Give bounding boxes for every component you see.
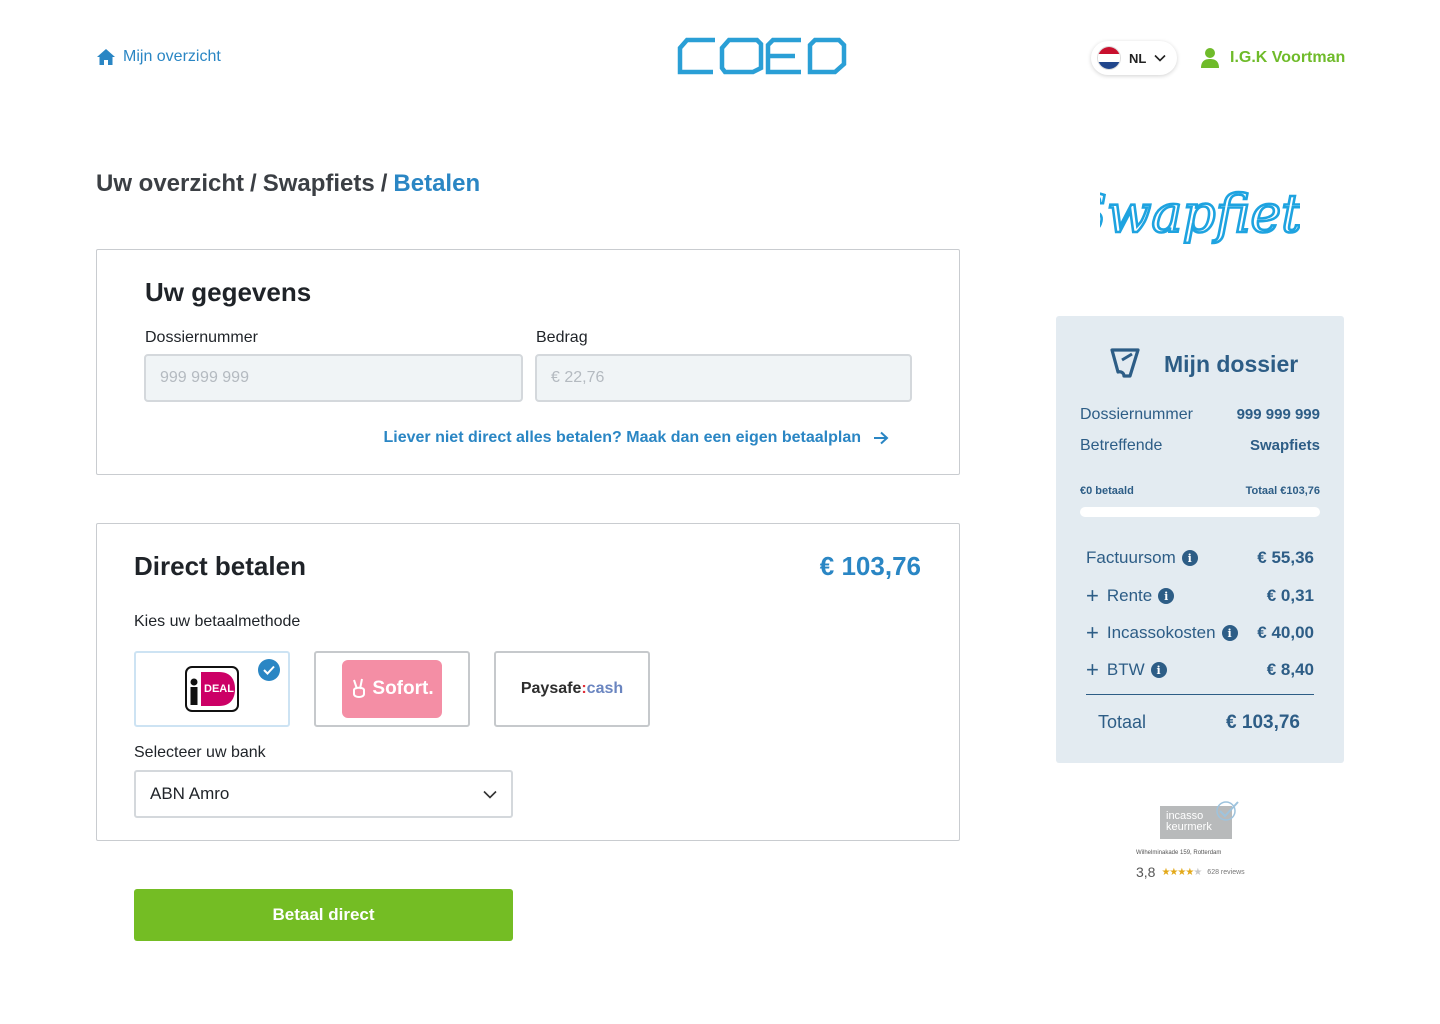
total-amount-small: Totaal €103,76 — [1245, 485, 1320, 497]
language-code: NL — [1129, 50, 1147, 66]
paysafecash-logo: Paysafe:cash — [521, 680, 623, 698]
cost-row-vat: + BTW i € 8,40 — [1086, 659, 1314, 681]
info-icon[interactable]: i — [1181, 550, 1198, 566]
user-icon — [1201, 48, 1219, 68]
plus-sign: + — [1086, 583, 1099, 608]
paid-amount-label: €0 betaald — [1080, 485, 1134, 497]
info-icon[interactable]: i — [1221, 625, 1238, 641]
victory-hand-icon — [353, 678, 366, 698]
payment-title: Direct betalen — [134, 551, 306, 581]
breadcrumb-separator: / — [250, 170, 257, 197]
ticket-icon — [1110, 348, 1140, 378]
amount-label: Bedrag — [536, 329, 588, 346]
home-link-label: Mijn overzicht — [123, 48, 221, 65]
user-menu[interactable]: I.G.K Voortman — [1200, 47, 1345, 69]
breadcrumb-overview[interactable]: Uw overzicht — [96, 170, 244, 198]
breadcrumb-separator: / — [380, 170, 388, 197]
method-paysafecash[interactable]: Paysafe:cash — [494, 651, 650, 727]
regarding-value: Swapfiets — [1249, 437, 1320, 454]
cost-amount: € 8,40 — [1266, 660, 1314, 679]
chevron-down-icon — [1154, 54, 1166, 62]
rating-stars-icon: ★★★★★ — [1161, 866, 1202, 878]
svg-text:Swapfiets: Swapfiets — [1100, 185, 1300, 245]
arrow-right-icon — [874, 431, 889, 445]
total-row: Totaal € 103,76 — [1098, 712, 1300, 734]
cost-amount: € 0,31 — [1266, 586, 1314, 605]
home-link[interactable]: Mijn overzicht — [96, 48, 221, 66]
info-icon[interactable]: i — [1158, 588, 1175, 604]
selected-check-icon — [258, 659, 280, 681]
details-title: Uw gegevens — [145, 277, 312, 307]
cost-row-interest: + Rente i € 0,31 — [1086, 585, 1314, 607]
netherlands-flag-icon — [1097, 46, 1121, 70]
incasso-keurmerk-widget[interactable]: incasso keurmerk Wilhelminakade 159, Rot… — [1136, 800, 1276, 886]
ideal-logo-text: DEAL — [204, 683, 234, 695]
chevron-down-icon — [483, 790, 497, 799]
dossier-number-key: Dossiernummer — [1080, 406, 1193, 423]
total-label: Totaal — [1098, 712, 1147, 732]
divider — [1086, 694, 1314, 695]
bank-select-value: ABN Amro — [150, 784, 230, 803]
cost-row-invoice: Factuursom i € 55,36 — [1086, 548, 1314, 568]
breadcrumb-current: Betalen — [393, 170, 481, 197]
keurmerk-check-icon — [1216, 801, 1239, 821]
payment-progress-bar — [1080, 507, 1320, 517]
pay-now-button[interactable]: Betaal direct — [134, 889, 513, 941]
info-icon[interactable]: i — [1150, 662, 1167, 678]
bank-select[interactable]: ABN Amro — [134, 770, 513, 818]
dossier-panel: Mijn dossier Dossiernummer 999 999 999 B… — [1056, 316, 1344, 763]
plus-sign: + — [1086, 657, 1099, 682]
sofort-logo: Sofort. — [342, 660, 442, 718]
language-switch[interactable]: NL — [1091, 41, 1177, 75]
keurmerk-badge-line2: keurmerk — [1166, 821, 1212, 833]
cost-label: Factuursom — [1086, 548, 1176, 567]
rating-value: 3,8 — [1136, 864, 1156, 880]
total-amount: € 103,76 — [1226, 712, 1300, 733]
user-name: I.G.K Voortman — [1230, 49, 1346, 66]
review-count: 628 reviews — [1207, 868, 1245, 876]
keurmerk-address: Wilhelminakade 159, Rotterdam — [1136, 850, 1222, 856]
amount-input[interactable]: € 22,76 — [535, 354, 912, 402]
payment-card: Direct betalen € 103,76 Kies uw betaalme… — [96, 523, 960, 841]
details-card: Uw gegevens Dossiernummer 999 999 999 Be… — [96, 249, 960, 475]
home-icon — [97, 49, 115, 65]
method-ideal[interactable]: DEAL — [134, 651, 290, 727]
payment-method-label: Kies uw betaalmethode — [134, 613, 301, 630]
cost-label: Rente — [1106, 586, 1153, 605]
plus-sign: + — [1086, 620, 1099, 645]
breadcrumb-creditor[interactable]: Swapfiets — [263, 170, 375, 198]
cost-label: BTW — [1106, 660, 1145, 679]
regarding-row: Betreffende Swapfiets — [1080, 437, 1320, 455]
dossier-header: Mijn dossier — [1108, 346, 1298, 382]
cost-row-collection: + Incassokosten i € 40,00 — [1086, 622, 1314, 644]
cost-amount: € 40,00 — [1257, 623, 1314, 642]
bank-select-label: Selecteer uw bank — [134, 744, 266, 761]
breadcrumb: Uw overzicht / Swapfiets / Betalen — [96, 170, 480, 198]
cost-amount: € 55,36 — [1257, 548, 1314, 567]
dossier-number-value: 999 999 999 — [1236, 406, 1320, 423]
paysafecash-logo-accent: cash — [586, 680, 624, 697]
dossier-number-row: Dossiernummer 999 999 999 — [1080, 406, 1320, 424]
paysafecash-logo-main: Paysafe — [520, 680, 582, 697]
coeo-logo[interactable] — [677, 36, 847, 76]
dossier-title: Mijn dossier — [1164, 350, 1299, 377]
dossier-number-label: Dossiernummer — [145, 329, 258, 346]
cost-label: Incassokosten — [1106, 623, 1216, 642]
dossier-number-input[interactable]: 999 999 999 — [144, 354, 523, 402]
regarding-key: Betreffende — [1080, 437, 1163, 454]
payment-plan-link-label: Liever niet direct alles betalen? Maak d… — [383, 429, 862, 446]
progress-labels: €0 betaald Totaal €103,76 — [1080, 485, 1320, 497]
method-sofort[interactable]: Sofort. — [314, 651, 470, 727]
payment-plan-link[interactable]: Liever niet direct alles betalen? Maak d… — [384, 429, 890, 447]
payment-amount: € 103,76 — [819, 551, 921, 581]
keurmerk-rating: 3,8 ★★★★★ 628 reviews — [1136, 864, 1245, 880]
sofort-logo-text: Sofort. — [372, 678, 434, 699]
swapfiets-logo: Swapfiets — [1100, 184, 1300, 247]
